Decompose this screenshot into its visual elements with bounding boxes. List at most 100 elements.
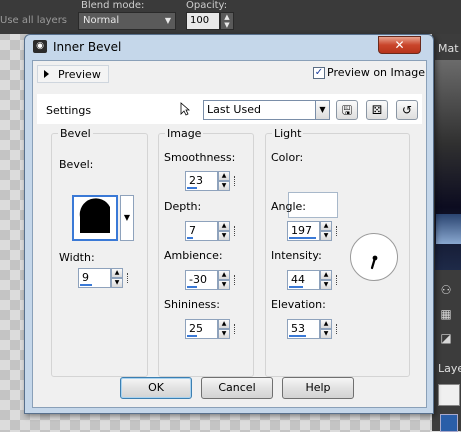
image-group: Image Smoothness: 23 ▲ ▼ Depth: 7 ▲ ▼ Am… (158, 127, 254, 377)
opacity-label: Opacity: (186, 0, 228, 11)
transparent-icon[interactable]: ◪ (438, 330, 454, 346)
elevation-stepper[interactable]: 53 ▲ ▼ (287, 319, 337, 339)
shininess-stepper[interactable]: 25 ▲ ▼ (185, 319, 235, 339)
intensity-stepper[interactable]: 44 ▲ ▼ (287, 270, 337, 290)
decrement-button[interactable]: ▼ (320, 231, 332, 241)
angle-label: Angle: (271, 200, 307, 213)
materials-palette: Mat ⚇ ▦ ◪ Laye (432, 34, 461, 432)
ambience-label: Ambience: (164, 249, 223, 262)
blend-mode-label: Blend mode: (81, 0, 145, 11)
elevation-level-bar (289, 335, 306, 337)
layer-thumbnail[interactable] (438, 384, 460, 406)
depth-level-bar (187, 237, 193, 239)
increment-button[interactable]: ▲ (218, 319, 230, 329)
expand-arrow-icon (44, 70, 49, 78)
preset-select[interactable]: Last Used ▼ (203, 100, 330, 120)
ok-button[interactable]: OK (120, 377, 192, 399)
width-label: Width: (59, 251, 95, 264)
image-group-title: Image (165, 127, 204, 140)
increment-button[interactable]: ▲ (320, 319, 332, 329)
materials-label: Mat (438, 42, 459, 55)
opacity-stepper[interactable]: ▲ ▼ (220, 12, 234, 30)
angle-stepper[interactable]: 197 ▲ ▼ (287, 221, 337, 241)
intensity-label: Intensity: (271, 249, 322, 262)
bevel-shape-picker[interactable] (72, 195, 118, 241)
elevation-label: Elevation: (271, 298, 326, 311)
shininess-label: Shininess: (164, 298, 220, 311)
app-icon: ◉ (33, 40, 47, 53)
use-all-layers-label: Use all layers (0, 15, 68, 26)
lock-icon[interactable]: ⚇ (438, 282, 454, 298)
preview-on-image-label: Preview on Image (327, 66, 425, 79)
width-stepper[interactable]: 9 ▲ ▼ (78, 268, 128, 288)
preset-value: Last Used (207, 103, 261, 116)
increment-button[interactable]: ▲ (218, 171, 230, 181)
decrement-button[interactable]: ▼ (218, 231, 230, 241)
dialog-body: Preview ✓ Preview on Image Settings Last… (32, 60, 427, 408)
randomize-button[interactable]: ⚄ (366, 100, 388, 120)
save-preset-button[interactable]: 🖫 (336, 100, 358, 120)
decrement-button[interactable]: ▼ (111, 278, 123, 288)
shininess-level-bar (187, 335, 197, 337)
increment-button[interactable]: ▲ (320, 221, 332, 231)
bevel-shape-icon (79, 198, 110, 233)
slider-handle[interactable] (232, 174, 240, 188)
opacity-input[interactable]: 100 (186, 12, 220, 30)
angle-dial[interactable] (350, 233, 398, 281)
slider-handle[interactable] (334, 273, 342, 287)
inner-bevel-dialog: ◉ Inner Bevel ✕ Preview ✓ Preview on Ima… (24, 34, 434, 414)
chevron-down-icon: ▼ (164, 16, 171, 25)
slider-handle[interactable] (334, 322, 342, 336)
slider-handle[interactable] (232, 224, 240, 238)
chevron-down-icon[interactable]: ▼ (315, 101, 329, 119)
slider-handle[interactable] (232, 322, 240, 336)
blend-mode-value: Normal (83, 15, 120, 26)
slider-handle[interactable] (232, 273, 240, 287)
gradient-swatch[interactable] (436, 214, 461, 244)
pattern-icon[interactable]: ▦ (438, 306, 454, 322)
smoothness-stepper[interactable]: 23 ▲ ▼ (185, 171, 235, 191)
preview-toggle[interactable]: Preview (37, 65, 109, 83)
decrement-button[interactable]: ▼ (218, 181, 230, 191)
smoothness-label: Smoothness: (164, 151, 236, 164)
angle-level-bar (289, 237, 316, 239)
layers-label: Laye (438, 362, 461, 375)
light-group: Light Color: Angle: 197 ▲ ▼ Intensity: 4… (265, 127, 410, 377)
slider-handle[interactable] (125, 271, 133, 285)
slider-handle[interactable] (334, 224, 342, 238)
light-group-title: Light (272, 127, 304, 140)
bevel-group: Bevel Bevel: ▼ Width: 9 ▲ ▼ (51, 127, 148, 377)
preview-label: Preview (58, 68, 101, 81)
increment-button[interactable]: ▲ (218, 270, 230, 280)
ambience-stepper[interactable]: -30 ▲ ▼ (185, 270, 235, 290)
preview-on-image-checkbox[interactable]: ✓ (313, 67, 325, 79)
dialog-title: Inner Bevel (53, 40, 122, 54)
intensity-level-bar (289, 286, 303, 288)
reset-button[interactable]: ↺ (396, 100, 418, 120)
settings-row: Settings Last Used ▼ 🖫 ⚄ ↺ (37, 94, 422, 124)
app-toolbar: Use all layers Blend mode: Normal ▼ Opac… (0, 0, 461, 34)
depth-label: Depth: (164, 200, 202, 213)
bevel-dropdown[interactable]: ▼ (120, 195, 134, 241)
mouse-cursor-icon (180, 102, 190, 116)
dice-icon: ⚄ (371, 103, 383, 117)
help-button[interactable]: Help (282, 377, 354, 399)
bevel-label: Bevel: (59, 158, 94, 171)
reset-icon: ↺ (401, 103, 413, 117)
title-bar[interactable]: ◉ Inner Bevel ✕ (25, 35, 433, 59)
decrement-button[interactable]: ▼ (218, 329, 230, 339)
depth-stepper[interactable]: 7 ▲ ▼ (185, 221, 235, 241)
layer-thumbnail-2[interactable] (440, 414, 458, 432)
close-button[interactable]: ✕ (378, 36, 421, 54)
increment-button[interactable]: ▲ (218, 221, 230, 231)
decrement-button[interactable]: ▼ (320, 280, 332, 290)
increment-button[interactable]: ▲ (111, 268, 123, 278)
decrement-button[interactable]: ▼ (218, 280, 230, 290)
increment-button[interactable]: ▲ (320, 270, 332, 280)
blend-mode-select[interactable]: Normal ▼ (78, 12, 176, 30)
floppy-disk-icon: 🖫 (341, 103, 353, 117)
decrement-button[interactable]: ▼ (320, 329, 332, 339)
settings-label: Settings (46, 104, 92, 117)
cancel-button[interactable]: Cancel (201, 377, 273, 399)
width-level-bar (80, 284, 92, 286)
